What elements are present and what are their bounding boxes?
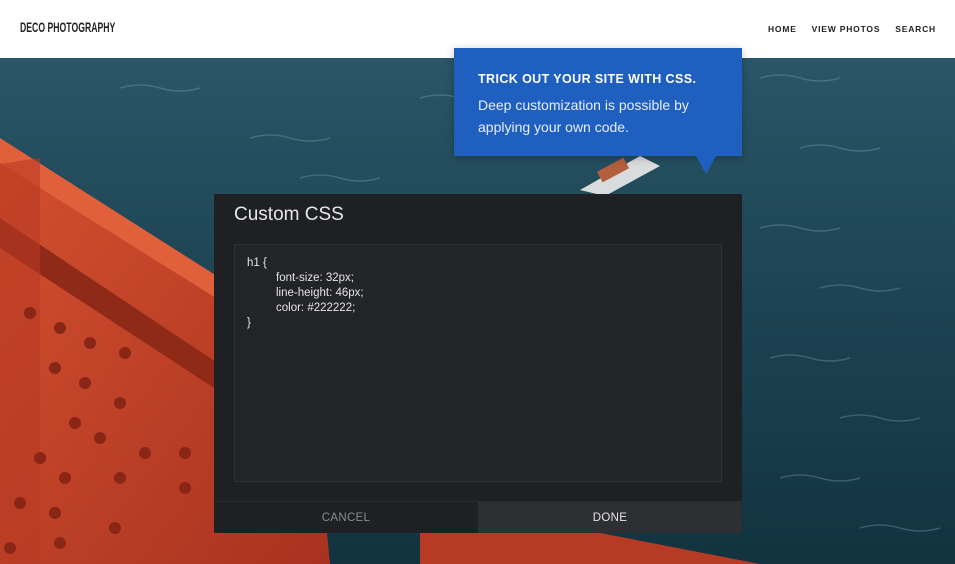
- code-line: h1 {: [247, 257, 267, 269]
- css-tooltip: TRICK OUT YOUR SITE WITH CSS. Deep custo…: [454, 48, 742, 156]
- code-line: }: [247, 317, 251, 329]
- dialog-footer: CANCEL DONE: [214, 501, 742, 533]
- code-line: color: #222222;: [276, 302, 356, 314]
- boat: [580, 156, 660, 196]
- main-nav: HOME VIEW PHOTOS SEARCH: [768, 24, 936, 34]
- nav-home[interactable]: HOME: [768, 24, 797, 34]
- dialog-title: Custom CSS: [234, 204, 344, 225]
- tooltip-title: TRICK OUT YOUR SITE WITH CSS.: [478, 72, 697, 86]
- cancel-button[interactable]: CANCEL: [214, 502, 478, 533]
- code-content: h1 { font-size: 32px; line-height: 46px;…: [247, 256, 364, 331]
- custom-css-dialog: Custom CSS h1 { font-size: 32px; line-he…: [214, 194, 742, 533]
- tooltip-body: Deep customization is possible by applyi…: [478, 97, 689, 135]
- done-button[interactable]: DONE: [478, 502, 742, 533]
- tooltip-arrow: [696, 156, 716, 174]
- code-line: line-height: 46px;: [276, 287, 364, 299]
- site-logo[interactable]: Deco Photography: [20, 19, 115, 35]
- nav-view-photos[interactable]: VIEW PHOTOS: [812, 24, 881, 34]
- nav-search[interactable]: SEARCH: [895, 24, 936, 34]
- css-editor[interactable]: h1 { font-size: 32px; line-height: 46px;…: [234, 244, 722, 482]
- code-line: font-size: 32px;: [276, 272, 354, 284]
